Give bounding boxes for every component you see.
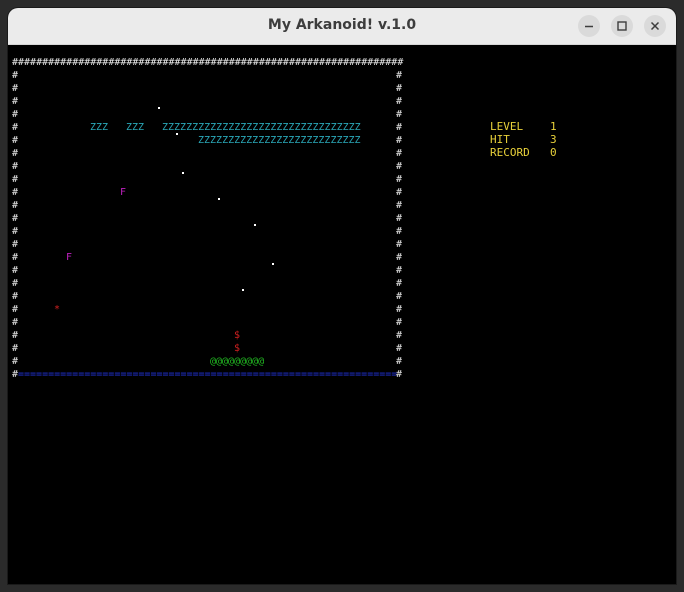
border-left: # xyxy=(12,356,19,367)
border-right: # xyxy=(396,187,403,198)
ball-trail-dot xyxy=(218,198,220,200)
border-right: # xyxy=(396,317,403,328)
falling-drop: $ xyxy=(234,343,241,354)
hud-level-value: 1 xyxy=(550,120,557,133)
border-corner-right: # xyxy=(396,369,403,380)
ball-trail-dot xyxy=(158,107,160,109)
close-icon xyxy=(650,21,660,31)
ball-trail-dot xyxy=(272,263,274,265)
border-right: # xyxy=(396,304,403,315)
border-right: # xyxy=(396,109,403,120)
window-title: My Arkanoid! v.1.0 xyxy=(267,17,417,33)
border-right: # xyxy=(396,226,403,237)
brick-group: ZZZ xyxy=(126,122,145,133)
border-right: # xyxy=(396,148,403,159)
border-left: # xyxy=(12,187,19,198)
close-button[interactable] xyxy=(644,15,666,37)
border-right: # xyxy=(396,278,403,289)
brick-group: ZZZ xyxy=(90,122,109,133)
maximize-icon xyxy=(617,21,627,31)
border-left: # xyxy=(12,317,19,328)
border-right: # xyxy=(396,291,403,302)
border-left: # xyxy=(12,252,19,263)
hazard-star: * xyxy=(54,304,61,315)
border-left: # xyxy=(12,200,19,211)
border-left: # xyxy=(12,122,19,133)
ball-trail-dot xyxy=(182,172,184,174)
hud-record-label: RECORD xyxy=(490,146,530,159)
brick-group: ZZZZZZZZZZZZZZZZZZZZZZZZZZZ xyxy=(198,135,361,146)
minimize-icon xyxy=(585,25,593,28)
border-left: # xyxy=(12,239,19,250)
border-right: # xyxy=(396,330,403,341)
border-left: # xyxy=(12,265,19,276)
border-top: ########################################… xyxy=(12,57,404,68)
floor-line: ========================================… xyxy=(18,369,398,380)
border-right: # xyxy=(396,83,403,94)
bonus-pickup: F xyxy=(66,252,73,263)
border-right: # xyxy=(396,265,403,276)
border-left: # xyxy=(12,330,19,341)
border-left: # xyxy=(12,96,19,107)
border-right: # xyxy=(396,356,403,367)
border-left: # xyxy=(12,148,19,159)
hud-hit-label: HIT xyxy=(490,133,510,146)
border-left: # xyxy=(12,278,19,289)
hud-record-value: 0 xyxy=(550,146,557,159)
minimize-button[interactable] xyxy=(578,15,600,37)
border-left: # xyxy=(12,174,19,185)
border-right: # xyxy=(396,96,403,107)
paddle: @@@@@@@@@ xyxy=(210,356,265,367)
border-right: # xyxy=(396,239,403,250)
border-left: # xyxy=(12,70,19,81)
bonus-pickup: F xyxy=(120,187,127,198)
border-left: # xyxy=(12,161,19,172)
border-right: # xyxy=(396,343,403,354)
ball-trail-dot xyxy=(242,289,244,291)
border-right: # xyxy=(396,213,403,224)
ball-trail-dot xyxy=(176,133,178,135)
border-left: # xyxy=(12,83,19,94)
hud-level-label: LEVEL xyxy=(490,120,524,133)
title-bar[interactable]: My Arkanoid! v.1.0 xyxy=(8,8,676,45)
border-left: # xyxy=(12,291,19,302)
app-window: My Arkanoid! v.1.0 # # # # # # # # # # # # # # # # # # # # #… xyxy=(8,8,676,584)
hud-hit-value: 3 xyxy=(550,133,557,146)
border-left: # xyxy=(12,304,19,315)
border-left: # xyxy=(12,343,19,354)
maximize-button[interactable] xyxy=(611,15,633,37)
game-terminal[interactable]: # # # # # # # # # # # # # # # # # # # # # # # # # # # # # # # # # # # # # # # #… xyxy=(10,45,674,582)
border-right: # xyxy=(396,174,403,185)
falling-drop: $ xyxy=(234,330,241,341)
border-right: # xyxy=(396,135,403,146)
ball-trail-dot xyxy=(254,224,256,226)
border-left: # xyxy=(12,226,19,237)
border-right: # xyxy=(396,200,403,211)
border-right: # xyxy=(396,70,403,81)
border-left: # xyxy=(12,213,19,224)
border-right: # xyxy=(396,122,403,133)
border-right: # xyxy=(396,161,403,172)
border-left: # xyxy=(12,109,19,120)
brick-group: ZZZZZZZZZZZZZZZZZZZZZZZZZZZZZZZZZ xyxy=(162,122,361,133)
border-right: # xyxy=(396,252,403,263)
border-left: # xyxy=(12,135,19,146)
